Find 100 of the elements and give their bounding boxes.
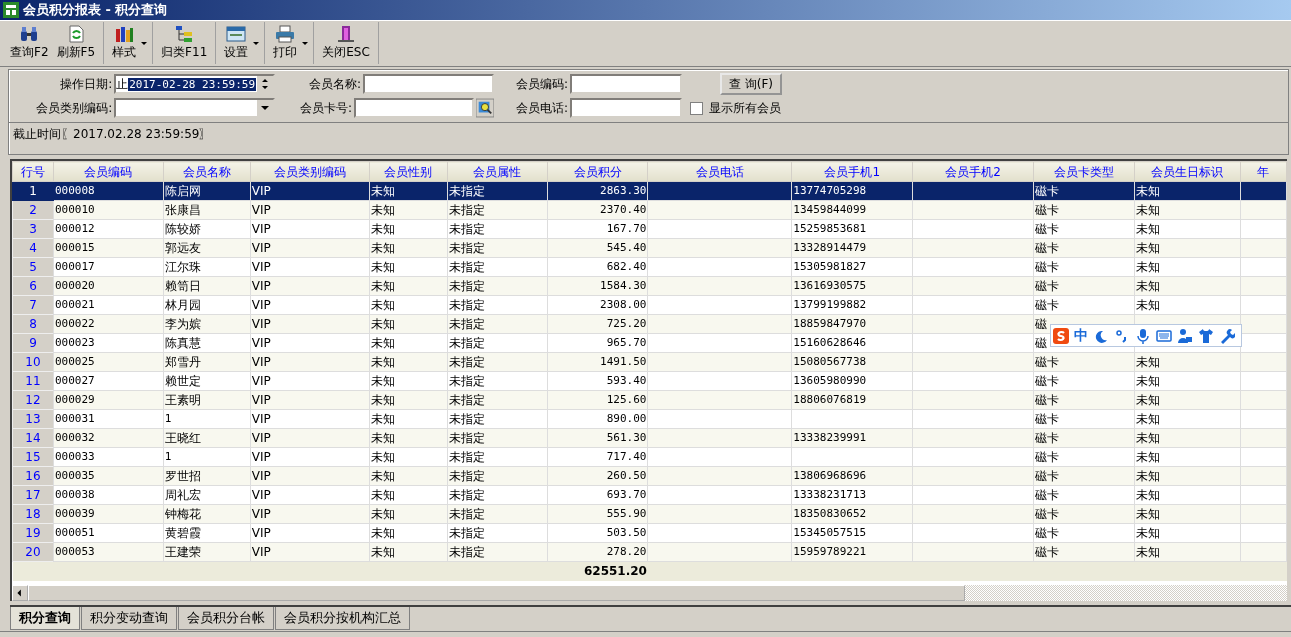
- table-cell: 未知: [1136, 488, 1160, 502]
- keyboard-icon[interactable]: [1156, 327, 1172, 344]
- table-cell: 未知: [370, 317, 395, 331]
- table-cell: 未指定: [448, 222, 485, 236]
- column-header[interactable]: 会员积分: [547, 161, 648, 182]
- table-cell: 王建荣: [164, 545, 201, 559]
- table-cell: 磁卡: [1035, 241, 1060, 255]
- toolbar-button[interactable]: 归类F11: [157, 22, 212, 64]
- table-cell: 13328914479: [793, 241, 867, 254]
- table-cell: 磁卡: [1035, 260, 1060, 274]
- row-number[interactable]: 3: [29, 222, 37, 236]
- query-button[interactable]: 查 询(F): [720, 73, 782, 95]
- table-cell: 000039: [54, 507, 95, 520]
- table-cell: 未指定: [448, 545, 485, 559]
- table-cell: 000021: [54, 298, 95, 311]
- table-cell: 林月园: [164, 298, 201, 312]
- input-mode-toggle[interactable]: 中: [1074, 326, 1088, 345]
- table-cell: 1491.50: [600, 355, 647, 368]
- column-header[interactable]: 会员卡类型: [1033, 161, 1135, 182]
- table-cell: 593.40: [606, 374, 647, 387]
- text-field[interactable]: [570, 74, 682, 94]
- table-cell: 13774705298: [793, 184, 867, 197]
- row-number[interactable]: 7: [29, 298, 37, 312]
- table-cell: 15080567738: [793, 355, 867, 368]
- table-cell: 000017: [54, 260, 95, 273]
- card-number-field[interactable]: [354, 98, 475, 118]
- table-cell: 磁: [1035, 317, 1048, 331]
- column-header[interactable]: 年: [1240, 161, 1287, 182]
- table-cell: 000025: [54, 355, 95, 368]
- table-cell: VIP: [251, 203, 271, 217]
- row-number[interactable]: 8: [29, 317, 37, 331]
- wrench-icon[interactable]: [1219, 327, 1235, 344]
- table-cell: 15160628646: [793, 336, 867, 349]
- row-number[interactable]: 5: [29, 260, 37, 274]
- column-header[interactable]: 会员名称: [163, 161, 251, 182]
- row-number[interactable]: 1: [29, 184, 37, 198]
- user-icon[interactable]: [1177, 327, 1193, 344]
- column-header[interactable]: 会员属性: [447, 161, 548, 182]
- row-number[interactable]: 4: [29, 241, 37, 255]
- table-cell: 未指定: [448, 184, 485, 198]
- row-number[interactable]: 6: [29, 279, 37, 293]
- magnifier-icon[interactable]: [476, 98, 494, 118]
- table-cell: 磁卡: [1035, 222, 1060, 236]
- shirt-icon[interactable]: [1198, 327, 1214, 344]
- toolbar-button[interactable]: 打印: [269, 22, 302, 64]
- column-header[interactable]: 会员手机1: [791, 161, 913, 182]
- table-cell: 13616930575: [793, 279, 867, 292]
- microphone-icon[interactable]: [1135, 327, 1151, 344]
- table-cell: 未知: [1136, 222, 1160, 236]
- toolbar-button[interactable]: 关闭ESC: [318, 22, 374, 64]
- table-cell: 18350830652: [793, 507, 867, 520]
- table-cell: 未知: [1136, 203, 1160, 217]
- table-cell: 000033: [54, 450, 95, 463]
- table-cell: 000051: [54, 526, 95, 539]
- table-cell: 000029: [54, 393, 95, 406]
- tab[interactable]: 会员积分按机构汇总: [275, 606, 410, 630]
- table-cell: 未知: [1136, 279, 1160, 293]
- text-field[interactable]: [363, 74, 494, 94]
- table-cell: 磁卡: [1035, 488, 1060, 502]
- toolbar-button[interactable]: 刷新F5: [52, 22, 100, 64]
- tab[interactable]: 积分变动查询: [81, 606, 177, 630]
- table-cell: 13338231713: [793, 488, 867, 501]
- column-header[interactable]: 会员生日标识: [1134, 161, 1241, 182]
- table-cell: 未指定: [448, 469, 485, 483]
- table-cell: 陈较娇: [164, 222, 201, 236]
- table-cell: 未指定: [448, 279, 485, 293]
- column-header[interactable]: 会员类别编码: [250, 161, 370, 182]
- table-cell: 未知: [370, 393, 395, 407]
- ime-logo-icon[interactable]: [1053, 327, 1069, 344]
- dropdown-field[interactable]: [114, 98, 275, 118]
- table-cell: 000020: [54, 279, 95, 292]
- table-cell: 磁卡: [1035, 393, 1060, 407]
- checkbox[interactable]: [690, 101, 703, 115]
- table-cell: 未知: [370, 298, 395, 312]
- table-cell: 未知: [1136, 241, 1160, 255]
- date-time-field[interactable]: 止2017-02-28 23:59:59: [114, 74, 275, 94]
- toolbar-button[interactable]: 设置: [220, 22, 253, 64]
- toolbar-button[interactable]: 查询F2: [6, 22, 53, 64]
- table-cell: 2370.40: [600, 203, 647, 216]
- table-cell: 725.20: [606, 317, 647, 330]
- table-cell: VIP: [251, 355, 271, 369]
- tab[interactable]: 积分查询: [10, 606, 80, 630]
- column-header[interactable]: 会员手机2: [912, 161, 1034, 182]
- text-field[interactable]: [570, 98, 682, 118]
- toolbar-button[interactable]: 样式: [108, 22, 141, 64]
- table-cell: 未知: [370, 469, 395, 483]
- table-cell: 18859847970: [793, 317, 867, 330]
- tab[interactable]: 会员积分台帐: [178, 606, 274, 630]
- row-number[interactable]: 9: [29, 336, 37, 350]
- column-header[interactable]: 会员编码: [53, 161, 164, 182]
- checkbox-label: 显示所有会员: [709, 99, 781, 117]
- table-cell: 王素明: [164, 393, 201, 407]
- table-cell: VIP: [251, 393, 271, 407]
- table-cell: 000012: [54, 222, 95, 235]
- column-header[interactable]: 会员电话: [647, 161, 792, 182]
- row-number[interactable]: 2: [29, 203, 37, 217]
- table-cell: VIP: [251, 374, 271, 388]
- table-cell: 13806968696: [793, 469, 867, 482]
- column-header[interactable]: 行号: [12, 161, 54, 182]
- column-header[interactable]: 会员性别: [369, 161, 448, 182]
